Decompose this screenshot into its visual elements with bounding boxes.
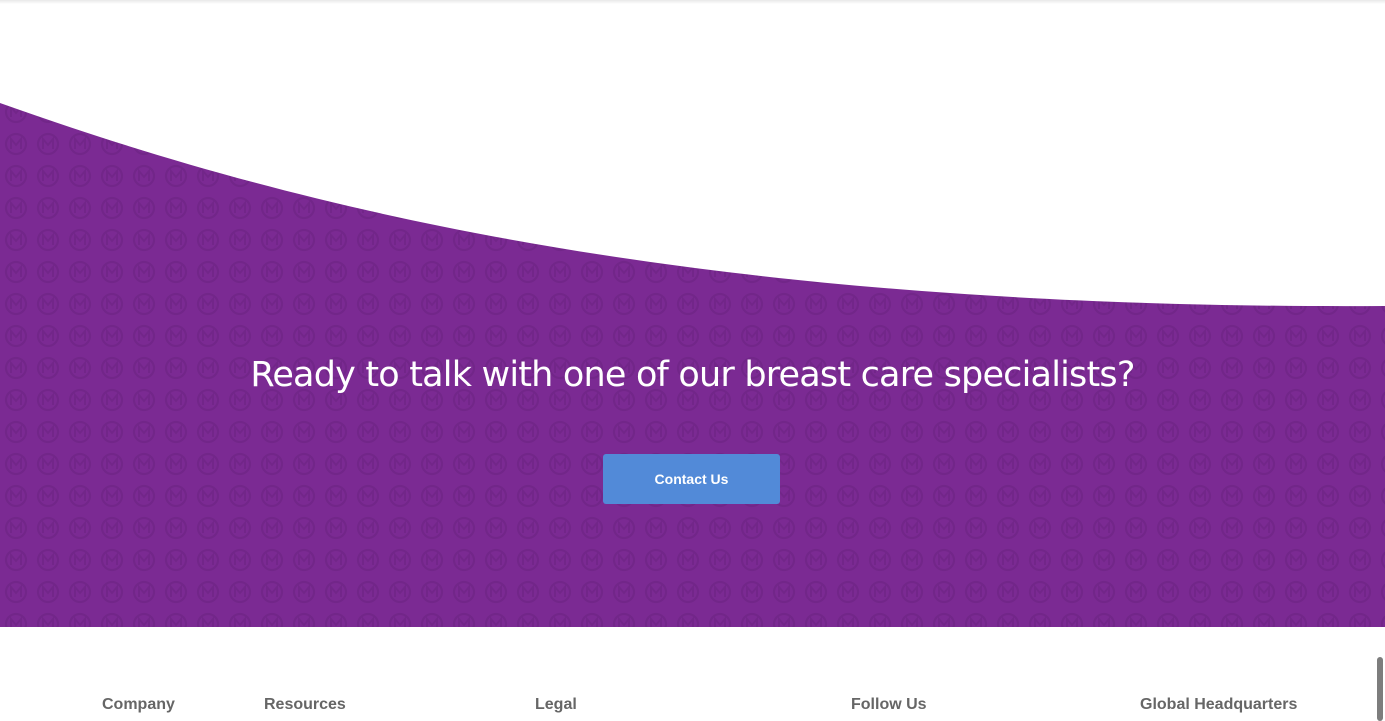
contact-us-button[interactable]: Contact Us	[603, 454, 780, 504]
footer-heading-follow-us: Follow Us	[851, 696, 927, 713]
footer-heading-resources: Resources	[264, 696, 346, 713]
cta-background	[0, 103, 1385, 627]
footer: Company Resources Legal Follow Us Global…	[0, 627, 1385, 721]
footer-heading-legal: Legal	[535, 696, 577, 713]
cta-heading: Ready to talk with one of our breast car…	[250, 355, 1135, 395]
cta-section: Ready to talk with one of our breast car…	[0, 0, 1385, 627]
scrollbar-thumb[interactable]	[1377, 657, 1383, 721]
footer-heading-global-headquarters: Global Headquarters	[1140, 696, 1298, 713]
footer-heading-company: Company	[102, 696, 175, 713]
page: Ready to talk with one of our breast car…	[0, 0, 1385, 721]
